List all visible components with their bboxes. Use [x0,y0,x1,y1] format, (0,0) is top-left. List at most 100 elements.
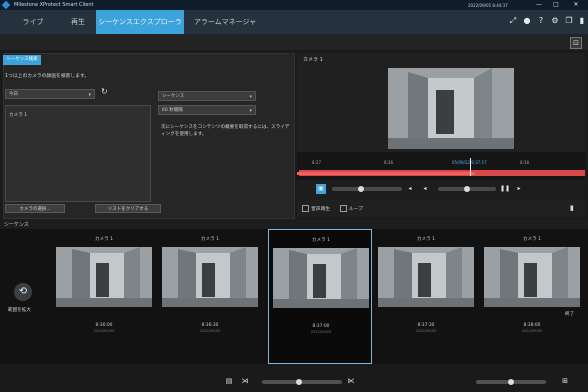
recording-bar-highlight [297,172,475,175]
interval-value: 60 秒間隔 [162,108,183,113]
secondary-toolbar: ⊡ [0,34,588,50]
expand-range-icon[interactable]: ⟲ [14,283,32,301]
tab-sequence-search[interactable]: シーケンス検索 [3,55,41,65]
expand-icon[interactable]: ⋉ [346,376,356,386]
camera-scene [388,68,514,149]
minimize-button[interactable]: — [533,1,545,9]
thumbnail-time: 8:37:00 [312,324,330,329]
size-slider-knob[interactable] [508,379,514,385]
close-button[interactable]: ✕ [570,1,582,9]
timeline-label: 8:27 [312,160,321,165]
setup-icon[interactable]: ⊡ [570,37,582,49]
speed-slider[interactable] [332,187,402,191]
interval-select[interactable]: 60 秒間隔 ▾ [158,105,256,115]
camera-list[interactable]: カメラ 1 [5,105,151,202]
sound-checkbox[interactable]: 音声再生 [302,205,330,212]
pause-icon[interactable]: ❚❚ [500,184,510,194]
bottom-bar [0,364,588,392]
zoom-slider[interactable] [262,380,342,384]
settings-gear-icon[interactable]: ⚙ [550,16,560,26]
date-select-value: 今日 [9,92,18,97]
date-select[interactable]: 今日 ▾ [5,89,95,99]
timeline-cursor[interactable] [470,158,471,176]
sequence-thumbnail[interactable]: カメラ 1 8:36:00 2022/09/05 [52,229,156,364]
step-back-icon[interactable]: ◂ [405,184,415,194]
thumbnail-scene [484,247,580,307]
checkbox-icon [302,205,309,212]
title-bar: Milestone XProtect Smart Client 2022/09/… [0,0,588,10]
tab-playback[interactable]: 再生 [58,10,98,34]
chevron-down-icon: ▾ [249,108,252,114]
sequence-header: シーケンス [0,219,588,229]
collapse-icon[interactable]: ⋊ [240,376,250,386]
video-view[interactable] [388,68,514,149]
thumbnail-image[interactable] [484,247,580,307]
zoom-slider-knob[interactable] [296,379,302,385]
thumbnail-camera-label: カメラ 1 [522,237,542,242]
sequence-thumbnail[interactable]: カメラ 1 8:36:30 2022/09/05 [158,229,262,364]
sequence-thumbnail[interactable]: カメラ 1 8:37:30 2022/09/05 [374,229,478,364]
thumbnail-camera-label: カメラ 1 [311,238,331,243]
thumbnail-time: 8:36:30 [201,323,219,328]
thumbnail-scene [56,247,152,307]
tab-alarm-manager[interactable]: アラームマネージャ [190,10,260,34]
thumbnail-date: 2022/09/05 [310,330,332,334]
thumbnail-date: 2022/09/05 [521,329,543,333]
sound-checkbox-label: 音声再生 [311,207,331,212]
help-icon[interactable]: ? [536,16,546,26]
thumbnail-time: 8:36:00 [95,323,113,328]
timeline-label: 8:36 [384,160,393,165]
clear-list-button[interactable]: リストをクリアする [95,204,161,213]
fullscreen-icon[interactable]: ⤢ [508,16,518,26]
thumbnail-scene [273,248,369,308]
refresh-icon[interactable]: ↻ [101,87,108,96]
thumbnail-time: 8:37:30 [417,323,435,328]
thumbnail-image[interactable] [56,247,152,307]
thumbnail-time: 8:38:00 [523,323,541,328]
help-text: 次にシーケンスをコンテンツの概要を取得するには、スライディングを使用します。 [161,125,290,137]
timeline-label: 8:38 [520,160,529,165]
select-camera-button[interactable]: カメラの選択... [5,204,65,213]
camera-title: カメラ 1 [303,57,323,63]
sequence-thumbnail[interactable]: カメラ 1 8:38:00 2022/09/05 [480,229,584,364]
thumbnail-date: 2022/09/05 [199,329,221,333]
maximize-button[interactable]: □ [550,1,562,9]
window-title: Milestone XProtect Smart Client [14,2,94,8]
loop-checkbox-label: ループ [349,207,364,212]
thumbnail-camera-label: カメラ 1 [200,237,220,242]
tab-sequence-explorer[interactable]: シーケンスエクスプローラ [96,10,184,34]
status-icon[interactable]: ● [522,16,532,26]
sequence-type-value: シーケンス [162,94,185,99]
jog-slider-knob[interactable] [464,186,470,192]
window-icon[interactable]: ❐ [564,16,574,26]
sequence-thumbnail[interactable]: カメラ 1 8:37:00 2022/09/05 [268,229,372,364]
grid-size-icon[interactable]: ⊞ [560,376,570,386]
thumbnail-image[interactable] [273,248,369,308]
thumbnail-scene [378,247,474,307]
search-hint: 1つ以上のカメラの録画を検索します。 [5,74,90,79]
thumbnail-image[interactable] [378,247,474,307]
tab-live[interactable]: ライブ [8,10,58,34]
thumbnail-camera-label: カメラ 1 [94,237,114,242]
play-mode-icon[interactable]: ▣ [316,184,326,194]
checkbox-icon [340,205,347,212]
bookmark-icon[interactable]: ▮ [570,204,574,212]
thumbnail-camera-label: カメラ 1 [416,237,436,242]
layout-icon[interactable]: ▤ [224,376,234,386]
previous-icon[interactable]: ◂ [420,184,430,194]
main-tab-bar: ライブ 再生 シーケンスエクスプローラ アラームマネージャ ⤢ ● ? ⚙ ❐ … [0,10,588,34]
speed-slider-knob[interactable] [358,186,364,192]
user-icon[interactable]: ▮ [577,16,587,26]
thumbnail-date: 2022/09/05 [415,329,437,333]
loop-checkbox[interactable]: ループ [340,205,363,212]
sequence-type-select[interactable]: シーケンス ▾ [158,91,256,101]
thumbnail-scene [162,247,258,307]
expand-range-label: 範囲を拡大 [8,308,31,313]
milestone-logo-icon [1,0,11,10]
chevron-down-icon: ▾ [249,94,252,100]
system-clock: 2022/09/05 8:44:37 [468,2,508,8]
camera-list-item[interactable]: カメラ 1 [9,112,27,118]
sequence-header-label: シーケンス [4,222,29,228]
thumbnail-image[interactable] [162,247,258,307]
next-icon[interactable]: ▸ [514,184,524,194]
